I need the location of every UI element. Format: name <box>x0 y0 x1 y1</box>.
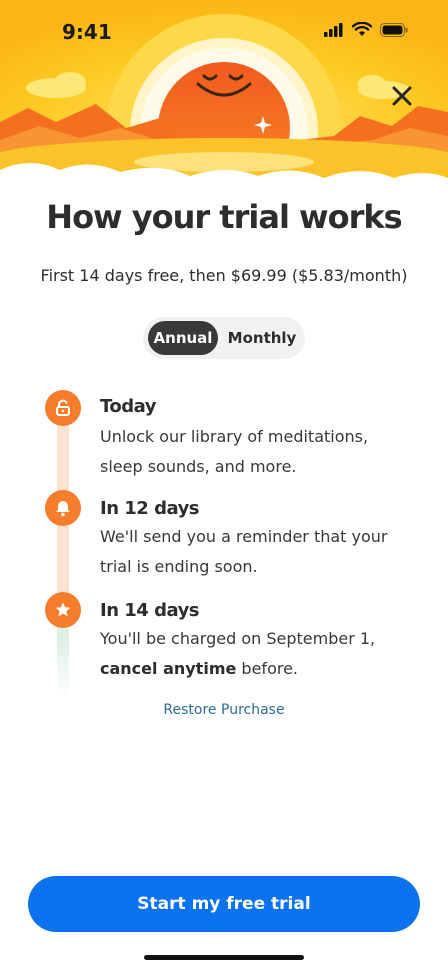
step-desc-line: trial is ending soon. <box>100 557 258 576</box>
restore-purchase-link[interactable]: Restore Purchase <box>0 702 448 718</box>
start-free-trial-button[interactable]: Start my free trial <box>28 876 420 932</box>
step-desc-line: Unlock our library of meditations, <box>100 427 369 446</box>
step-reminder-marker <box>45 490 81 526</box>
step-desc-line: cancel anytime before. <box>100 654 420 684</box>
battery-icon <box>380 22 408 37</box>
bell-icon <box>56 501 70 517</box>
annual-option[interactable]: Annual <box>148 321 218 355</box>
status-time: 9:41 <box>62 20 112 44</box>
page-title: How your trial works <box>46 198 402 236</box>
close-icon <box>392 86 412 106</box>
wifi-icon <box>352 22 372 36</box>
home-indicator <box>144 955 304 960</box>
timeline-track <box>57 408 69 698</box>
step-title: Today <box>100 396 156 417</box>
step-title: In 14 days <box>100 600 200 621</box>
star-icon <box>55 602 71 617</box>
close-button[interactable] <box>386 80 418 112</box>
step-description: We'll send you a reminder that your tria… <box>100 522 420 582</box>
monthly-option[interactable]: Monthly <box>223 321 301 355</box>
step-charge-marker <box>45 592 81 628</box>
unlock-icon <box>56 399 70 416</box>
step-desc-line: You'll be charged on September 1, <box>100 629 376 648</box>
step-today-marker <box>45 390 81 426</box>
plan-toggle: Annual Monthly <box>143 317 305 359</box>
step-desc-tail: before. <box>236 659 299 678</box>
step-desc-line: We'll send you a reminder that your <box>100 527 388 546</box>
pricing-subtitle: First 14 days free, then $69.99 ($5.83/m… <box>40 266 408 285</box>
step-description: You'll be charged on September 1, cancel… <box>100 624 420 684</box>
status-bar: 9:41 <box>0 0 448 64</box>
cellular-signal-icon <box>324 22 343 37</box>
step-desc-line: sleep sounds, and more. <box>100 457 297 476</box>
cancel-anytime-text: cancel anytime <box>100 659 237 678</box>
step-title: In 12 days <box>100 498 200 519</box>
step-description: Unlock our library of meditations, sleep… <box>100 422 420 482</box>
